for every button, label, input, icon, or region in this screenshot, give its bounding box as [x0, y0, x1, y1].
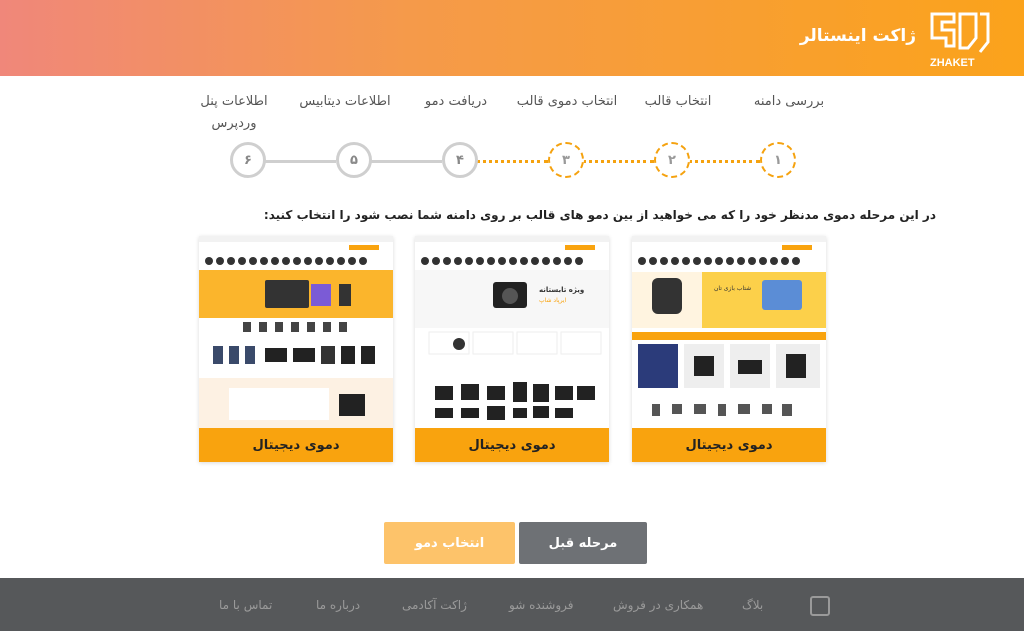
footer-link-affiliate[interactable]: همکاری در فروش — [613, 598, 703, 612]
logo-wordmark: ZHAKET — [930, 57, 975, 69]
step-2-label: انتخاب قالب — [644, 94, 712, 109]
app-header: ژاکت اینستالر ZHAKET — [0, 0, 1024, 76]
select-demo-button[interactable]: انتخاب دمو — [384, 522, 515, 564]
step-line-1-2 — [688, 160, 760, 163]
step-line-4-5 — [370, 160, 442, 163]
demo-thumbnail: ویژه تابستانه ایرپاد شاپ — [415, 236, 609, 428]
demo-select-label[interactable]: دموی دیجیتال — [415, 428, 609, 462]
step-line-3-4 — [476, 160, 548, 163]
demo-thumbnail: شتاب بازی تان — [632, 236, 826, 428]
zhaket-logo[interactable]: ZHAKET — [924, 8, 996, 70]
svg-text:شتاب بازی تان: شتاب بازی تان — [714, 285, 751, 292]
footer-link-about[interactable]: درباره ما — [316, 598, 360, 612]
svg-text:ایرپاد شاپ: ایرپاد شاپ — [539, 297, 567, 304]
demo-select-label[interactable]: دموی دیجیتال — [632, 428, 826, 462]
instruction-text: در این مرحله دموی مدنظر خود را که می خوا… — [263, 208, 936, 222]
footer-link-become-seller[interactable]: فروشنده شو — [509, 598, 573, 612]
step-4-label: دریافت دمو — [424, 94, 488, 109]
footer-link-academy[interactable]: ژاکت آکادمی — [402, 598, 467, 612]
demo-select-label[interactable]: دموی دیجیتال — [199, 428, 393, 462]
step-2-circle: ۲ — [654, 142, 690, 178]
step-5-circle: ۵ — [336, 142, 372, 178]
app-title: ژاکت اینستالر — [799, 26, 916, 46]
step-line-2-3 — [582, 160, 654, 163]
demo-card[interactable]: شتاب بازی تان دموی دیجیتال — [632, 236, 826, 462]
footer: بلاگ همکاری در فروش فروشنده شو ژاکت آکاد… — [0, 578, 1024, 631]
footer-link-blog[interactable]: بلاگ — [742, 598, 763, 612]
step-5-label: اطلاعات دیتابیس — [299, 94, 391, 109]
previous-step-button[interactable]: مرحله قبل — [519, 522, 647, 564]
demo-card[interactable]: دموی دیجیتال — [199, 236, 393, 462]
step-4-circle: ۴ — [442, 142, 478, 178]
step-1-circle: ۱ — [760, 142, 796, 178]
step-6-label: اطلاعات پنل وردپرس — [200, 94, 268, 131]
step-1-label: بررسی دامنه — [753, 94, 825, 109]
demo-thumbnail — [199, 236, 393, 428]
step-3-label: انتخاب دموی قالب — [516, 94, 618, 109]
demo-card[interactable]: ویژه تابستانه ایرپاد شاپ دموی دیجیتال — [415, 236, 609, 462]
step-3-circle: ۳ — [548, 142, 584, 178]
step-line-5-6 — [264, 160, 336, 163]
footer-link-contact[interactable]: تماس با ما — [219, 598, 272, 612]
step-6-circle: ۶ — [230, 142, 266, 178]
svg-text:ویژه تابستانه: ویژه تابستانه — [539, 286, 584, 294]
zhaket-footer-logo-icon[interactable] — [810, 596, 830, 616]
